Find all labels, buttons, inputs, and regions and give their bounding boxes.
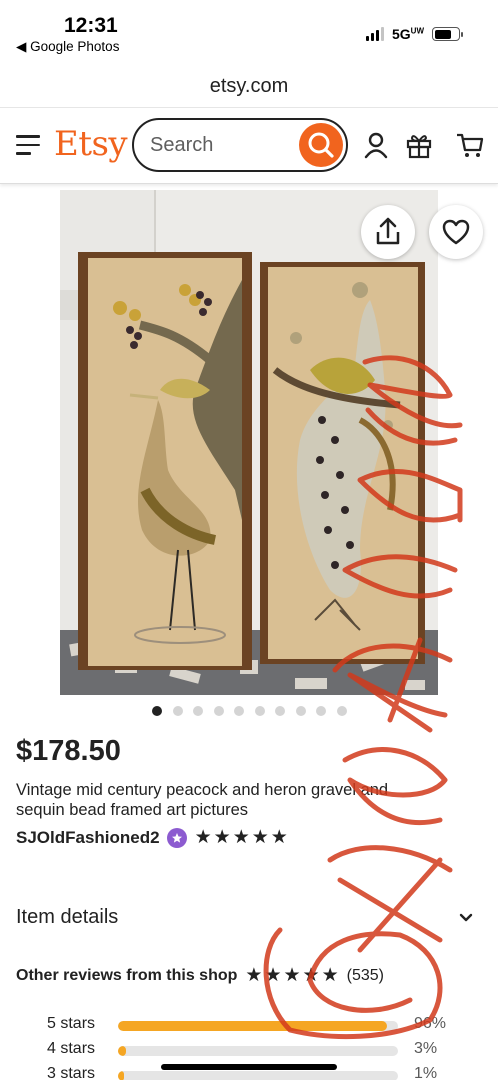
product-price: $178.50 xyxy=(16,735,121,767)
star-icon: ★ xyxy=(194,827,212,848)
carousel-dot[interactable] xyxy=(234,706,244,716)
rating-bar-fill xyxy=(118,1021,387,1031)
star-icon: ★ xyxy=(321,965,339,986)
rating-percent: 1% xyxy=(414,1065,438,1080)
product-title: Vintage mid century peacock and heron gr… xyxy=(16,781,389,819)
carousel-dot[interactable] xyxy=(336,706,347,716)
search-button[interactable] xyxy=(299,123,343,167)
rating-row: 5 stars 96% xyxy=(0,1015,498,1037)
rating-bar xyxy=(118,1021,398,1031)
rating-label: 3 stars xyxy=(47,1065,96,1080)
rating-row: 4 stars 3% xyxy=(0,1040,498,1062)
shop-row[interactable]: SJOldFashioned2 ★ ★ ★ ★ ★ xyxy=(16,828,288,848)
account-icon[interactable] xyxy=(361,130,391,160)
shop-rating-stars: ★ ★ ★ ★ ★ xyxy=(195,828,288,848)
rating-bar-fill xyxy=(118,1071,124,1080)
star-icon: ★ xyxy=(283,965,301,986)
hamburger-menu-icon[interactable] xyxy=(16,135,40,155)
favorite-button[interactable] xyxy=(429,205,483,259)
star-seller-icon xyxy=(166,828,187,848)
reviews-rating-stars: ★ ★ ★ ★ ★ xyxy=(245,966,338,986)
site-header: Etsy Search xyxy=(0,108,498,184)
rating-bar xyxy=(118,1071,398,1080)
rating-label: 5 stars xyxy=(47,1015,96,1032)
star-icon: ★ xyxy=(232,827,250,848)
star-icon: ★ xyxy=(302,965,320,986)
search-placeholder: Search xyxy=(150,134,214,156)
carousel-dot[interactable] xyxy=(275,706,285,716)
product-photo xyxy=(60,190,438,695)
shop-name-link[interactable]: SJOldFashioned2 xyxy=(16,828,160,848)
status-bar: 12:31 ◀ Google Photos 5GUW xyxy=(0,0,498,62)
battery-icon xyxy=(432,27,463,41)
search-input[interactable]: Search xyxy=(132,118,348,172)
cart-icon[interactable] xyxy=(455,130,485,160)
home-indicator[interactable] xyxy=(161,1064,337,1070)
carousel-dot[interactable] xyxy=(193,706,203,716)
search-icon xyxy=(308,132,334,158)
rating-bar-fill xyxy=(118,1046,127,1056)
share-icon xyxy=(376,217,400,245)
status-time: 12:31 xyxy=(64,14,118,37)
etsy-logo[interactable]: Etsy xyxy=(54,124,128,164)
item-details-toggle[interactable]: Item details xyxy=(16,906,482,934)
url-text: etsy.com xyxy=(209,75,289,97)
browser-url-bar[interactable]: etsy.com xyxy=(0,62,498,108)
carousel-dot[interactable] xyxy=(295,706,306,716)
signal-icon xyxy=(365,27,384,41)
status-indicators: 5GUW xyxy=(365,26,463,42)
carousel-dots[interactable] xyxy=(152,706,347,716)
star-icon: ★ xyxy=(264,965,282,986)
back-to-app-link[interactable]: ◀ Google Photos xyxy=(16,39,119,55)
share-button[interactable] xyxy=(361,205,415,259)
carousel-dot[interactable] xyxy=(316,706,326,716)
carousel-dot[interactable] xyxy=(172,706,183,716)
shop-reviews-header: Other reviews from this shop ★ ★ ★ ★ ★ (535) xyxy=(16,966,384,986)
rating-percent: 96% xyxy=(414,1015,447,1032)
product-image[interactable] xyxy=(60,190,438,695)
gift-icon[interactable] xyxy=(404,130,434,160)
reviews-label: Other reviews from this shop xyxy=(16,967,238,984)
chevron-down-icon xyxy=(459,913,473,922)
network-type: 5GUW xyxy=(391,26,424,42)
rating-percent: 3% xyxy=(414,1040,438,1057)
rating-bar xyxy=(118,1046,398,1056)
carousel-dot[interactable] xyxy=(152,706,162,716)
reviews-count: (535) xyxy=(346,967,384,984)
star-icon: ★ xyxy=(245,965,263,986)
item-details-label: Item details xyxy=(16,906,119,928)
carousel-dot[interactable] xyxy=(213,706,224,716)
star-icon: ★ xyxy=(213,827,231,848)
star-icon: ★ xyxy=(251,827,269,848)
carousel-dot[interactable] xyxy=(254,706,265,716)
rating-label: 4 stars xyxy=(47,1040,96,1057)
star-icon: ★ xyxy=(270,827,288,848)
heart-icon xyxy=(442,219,470,245)
